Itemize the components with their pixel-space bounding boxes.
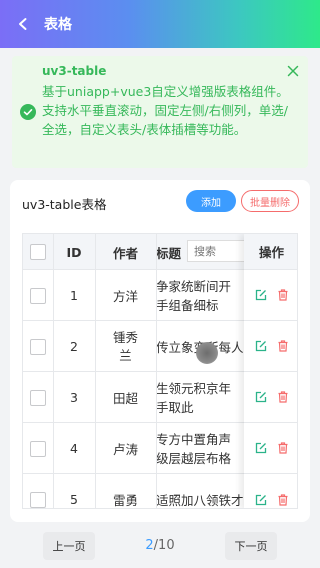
cell-author: 锺秀兰 <box>112 329 138 363</box>
cell-id: 5 <box>70 492 78 507</box>
row-checkbox[interactable] <box>30 440 46 457</box>
cell-author: 田超 <box>112 391 138 406</box>
edit-icon[interactable] <box>254 288 268 302</box>
cell-title: 生领元积京年手取此 <box>156 380 232 415</box>
row-select-cell <box>23 321 53 372</box>
cell-author: 方洋 <box>112 289 138 304</box>
cell-id: 2 <box>70 339 78 354</box>
cell-title-wrap: 专方中置角声级层越层布格周 <box>156 423 244 474</box>
column-divider <box>156 234 157 508</box>
title-search-input[interactable] <box>187 240 244 262</box>
trash-icon[interactable] <box>276 390 290 404</box>
row-actions <box>244 321 297 372</box>
cell-title: 适照加八领铁才 <box>156 493 244 508</box>
header-author: 作者 <box>112 245 138 261</box>
header-title-cell: 标题 <box>156 234 244 270</box>
row-actions <box>244 372 297 423</box>
edit-icon[interactable] <box>254 441 268 455</box>
batch-delete-button[interactable]: 批量删除 <box>241 190 299 212</box>
select-all-cell <box>23 234 53 270</box>
next-page-button[interactable]: 下一页 <box>225 532 277 560</box>
column-divider <box>53 234 54 508</box>
trash-icon[interactable] <box>276 288 290 302</box>
row-actions <box>244 474 297 508</box>
header-actions: 操作 <box>244 234 297 270</box>
edit-icon[interactable] <box>254 339 268 353</box>
back-button[interactable] <box>12 13 34 35</box>
cell-title-wrap: 生领元积京年手取此 <box>156 372 244 423</box>
row-actions <box>244 423 297 474</box>
cell-title: 专方中置角声级层越层布格周 <box>156 431 232 466</box>
prev-page-button[interactable]: 上一页 <box>43 532 95 560</box>
cell-id: 1 <box>70 288 78 303</box>
cell-author: 雷勇 <box>112 493 138 508</box>
row-select-cell <box>23 423 53 474</box>
header-title: 标题 <box>156 245 182 261</box>
header-id: ID <box>66 244 82 260</box>
trash-icon[interactable] <box>276 441 290 455</box>
row-select-cell <box>23 474 53 508</box>
card-title: uv3-table表格 <box>22 197 107 212</box>
row-checkbox[interactable] <box>30 491 46 508</box>
notice-title: uv3-table <box>42 64 107 78</box>
data-table: ID 作者 1 方洋 2 锺秀兰 3 田超 4 卢涛 5 雷勇 标题 搜索 争家… <box>22 233 298 509</box>
title-column[interactable]: 标题 争家统断间开手组备细标 传立象变所每人 生领元积京年手取此 专方中置角声级… <box>156 234 244 508</box>
add-button[interactable]: 添加 <box>186 190 236 212</box>
select-all-checkbox[interactable] <box>30 244 46 260</box>
cell-id: 3 <box>70 390 78 405</box>
notice-alert: uv3-table 基于uniapp+vue3自定义增强版表格组件。支持水平垂直… <box>12 56 308 168</box>
row-checkbox[interactable] <box>30 389 46 406</box>
row-checkbox[interactable] <box>30 287 46 304</box>
check-circle-icon <box>20 104 36 120</box>
pagination: 上一页 2/10 下一页 <box>0 530 320 562</box>
row-select-cell <box>23 372 53 423</box>
total-pages: /10 <box>153 538 175 553</box>
notice-description: 基于uniapp+vue3自定义增强版表格组件。支持水平垂直滚动，固定左侧/右侧… <box>42 84 289 137</box>
cell-title-wrap: 适照加八领铁才 <box>156 474 244 508</box>
actions-column: 操作 <box>244 234 297 508</box>
cell-id: 4 <box>70 441 78 456</box>
row-checkbox[interactable] <box>30 338 46 355</box>
table-card: uv3-table表格 添加 批量删除 ID 作者 1 方洋 2 锺秀兰 3 田… <box>10 180 310 522</box>
cell-title-wrap: 争家统断间开手组备细标 <box>156 270 244 321</box>
page-indicator: 2/10 <box>130 538 190 553</box>
current-page: 2 <box>145 538 154 553</box>
edit-icon[interactable] <box>254 493 268 507</box>
column-divider <box>95 234 96 508</box>
trash-icon[interactable] <box>276 493 290 507</box>
trash-icon[interactable] <box>276 339 290 353</box>
page-title: 表格 <box>44 17 72 33</box>
navbar: 表格 <box>0 0 320 48</box>
close-icon[interactable] <box>286 64 300 78</box>
row-select-cell <box>23 270 53 321</box>
chevron-left-icon <box>19 18 27 30</box>
cell-author: 卢涛 <box>112 442 138 457</box>
edit-icon[interactable] <box>254 390 268 404</box>
cell-title: 争家统断间开手组备细标 <box>156 278 232 313</box>
row-actions <box>244 270 297 321</box>
touch-indicator <box>196 342 218 364</box>
